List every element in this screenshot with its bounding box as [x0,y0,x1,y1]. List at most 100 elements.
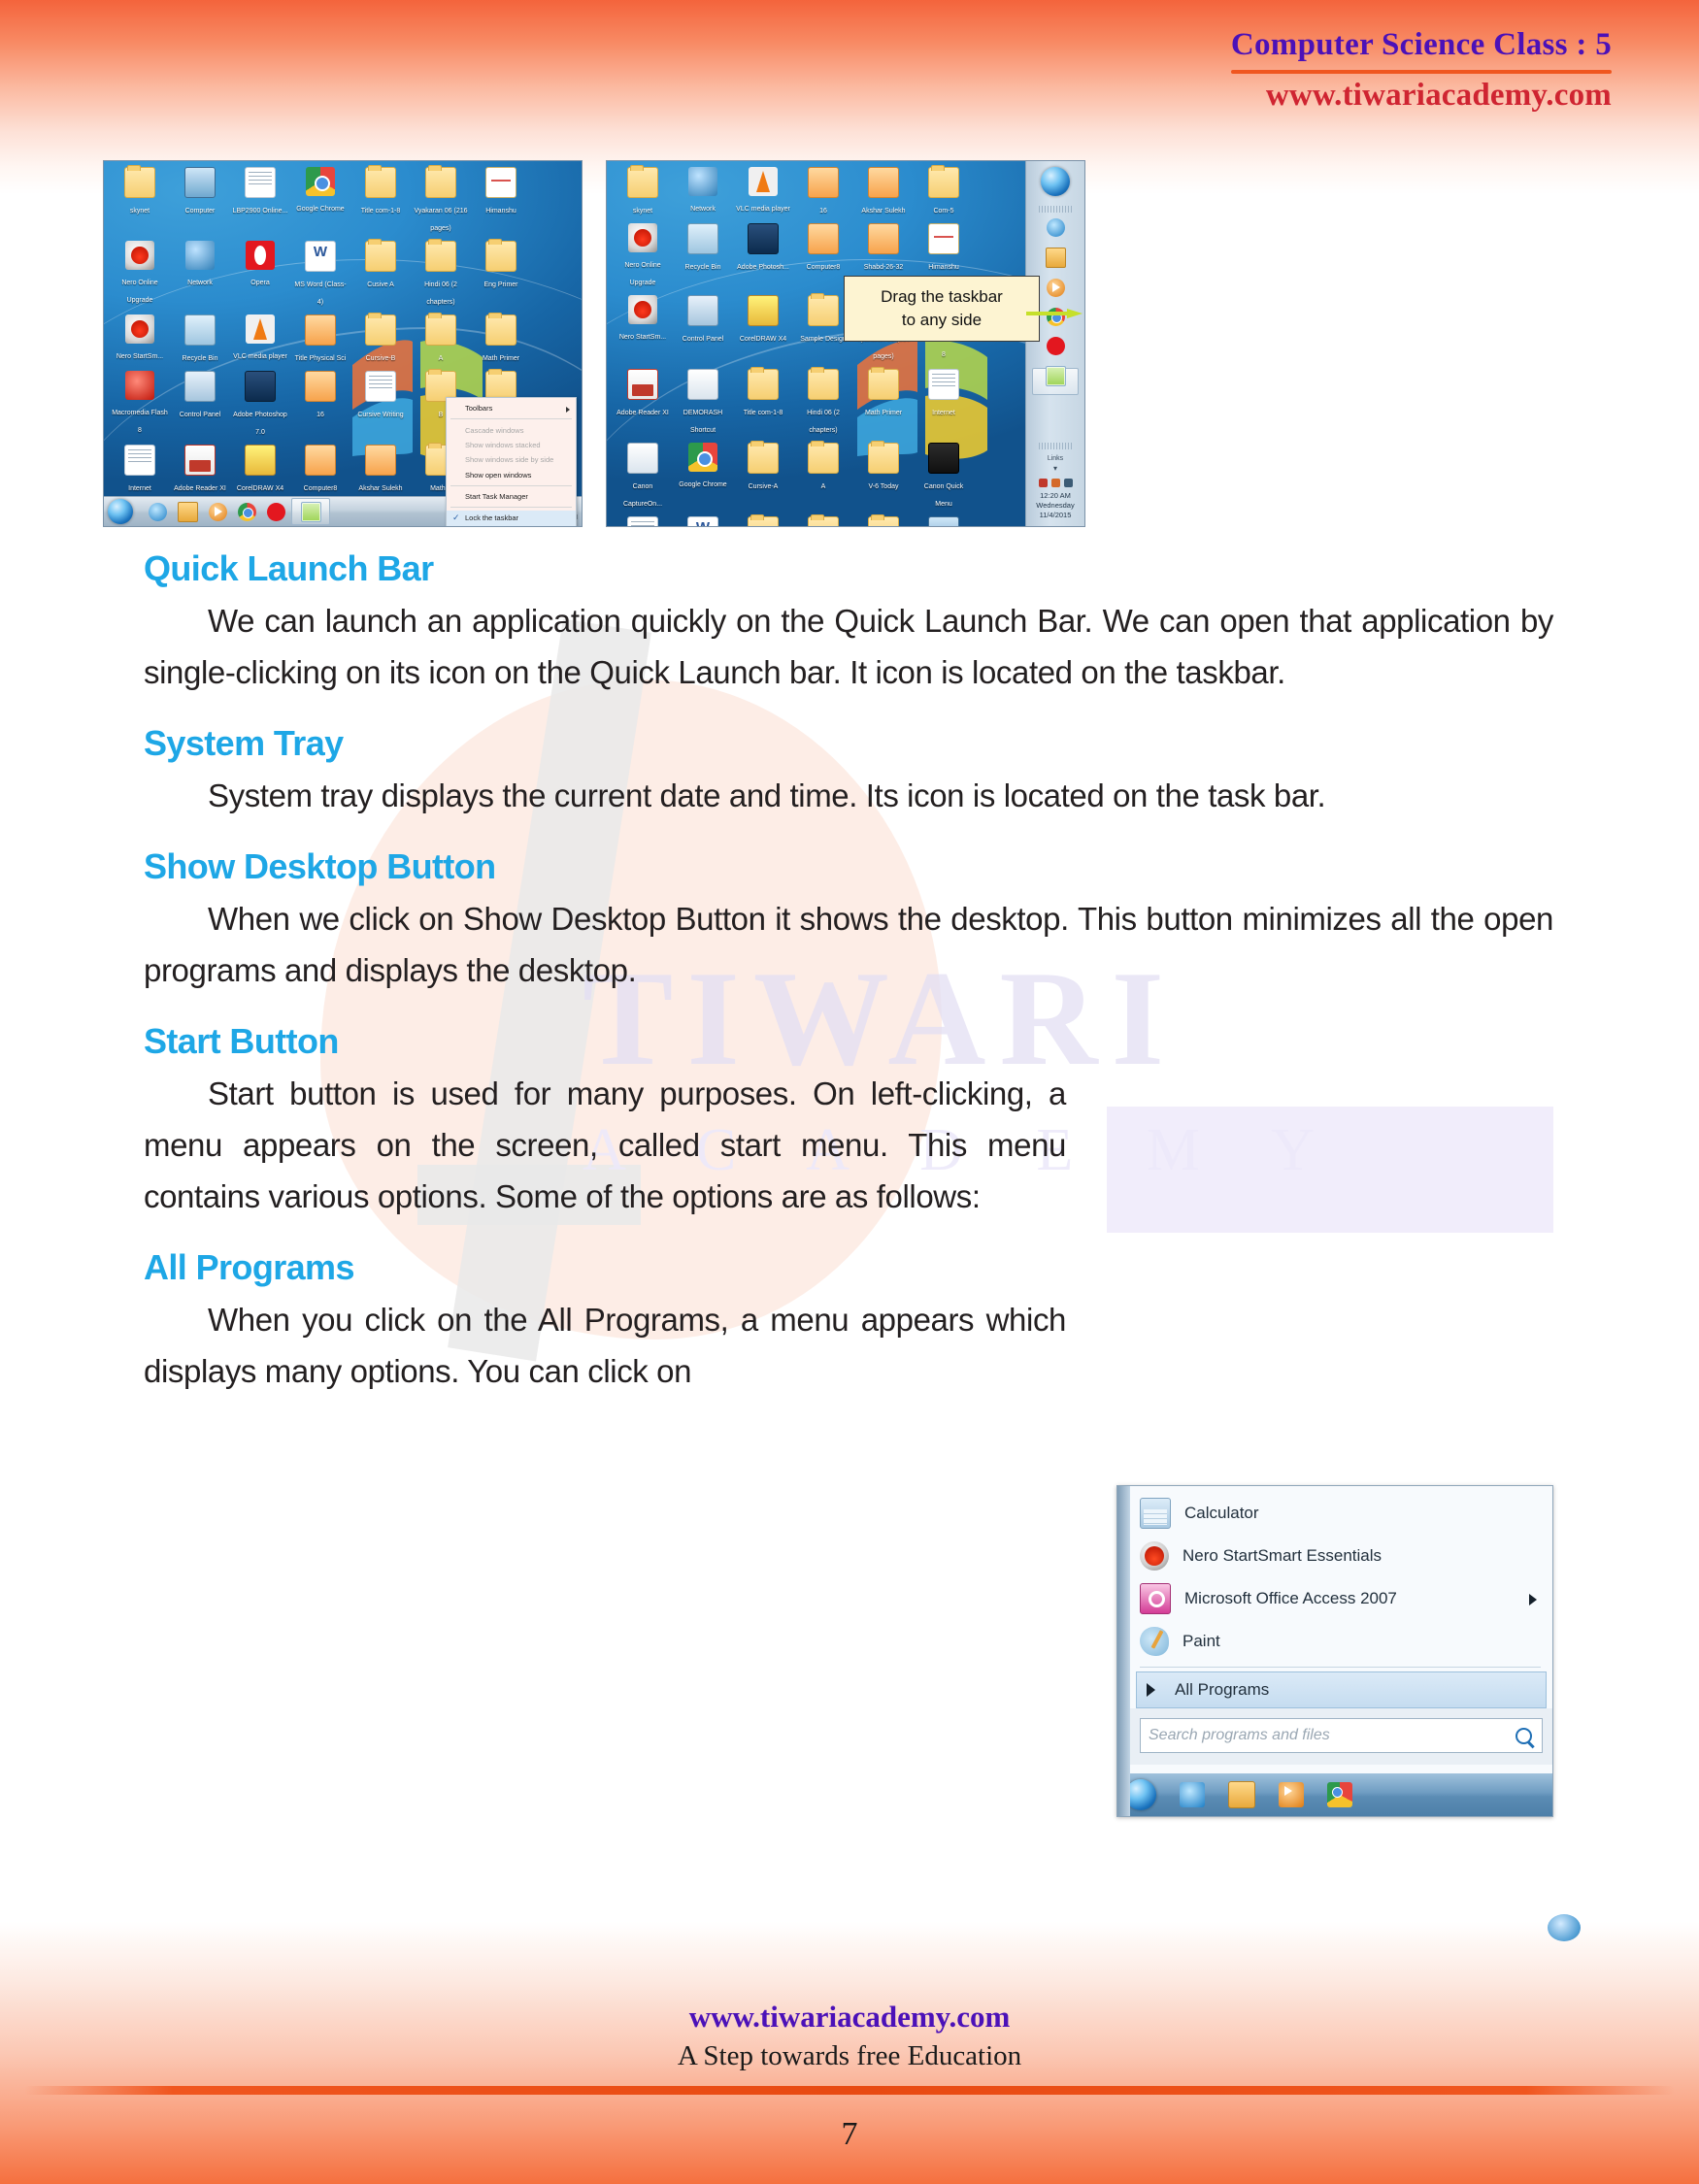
opera-icon[interactable] [267,502,285,521]
taskbar-links-label[interactable]: Links [1048,455,1063,462]
desktop-icon[interactable]: Network [675,167,731,217]
desktop-icon[interactable]: 16 [292,371,349,439]
desktop-icon[interactable]: Hindi 06 (2 chapters) [795,367,851,437]
menu-item-show-windows-stacked[interactable]: Show windows stacked [447,438,576,452]
footer-website-url[interactable]: www.tiwariacademy.com [0,2000,1699,2035]
desktop-icon[interactable]: Canon Quick Menu [916,443,972,511]
media-player-icon[interactable] [1046,279,1065,297]
desktop-icon[interactable]: Canon CaptureOn... [615,443,671,511]
tray-icon[interactable] [1038,479,1048,487]
taskbar-context-menu[interactable]: Toolbars Cascade windows Show windows st… [446,397,577,526]
internet-explorer-icon[interactable] [149,502,167,521]
desktop-icon[interactable]: Eng Primer [473,239,529,309]
desktop-icon[interactable]: Macromedia Flash 8 [112,371,168,439]
desktop-icon[interactable]: Google Chrome [675,443,731,511]
search-input[interactable]: Search programs and files [1140,1718,1543,1753]
desktop-icon[interactable]: Nero StartSm... [112,314,168,365]
desktop-icon[interactable]: Title com-1-8 [352,165,409,235]
start-menu-item-nero-startsmart-essentials[interactable]: Nero StartSmart Essentials [1130,1535,1552,1577]
desktop-icon[interactable]: Nero Online Upgrade [112,241,168,309]
start-menu-all-programs-button[interactable]: All Programs [1136,1671,1547,1708]
start-menu-taskbar[interactable] [1117,1773,1552,1816]
desktop-icon[interactable]: B [795,514,851,526]
desktop-icon[interactable]: 88 [855,514,912,526]
windows-explorer-icon[interactable] [1228,1781,1255,1808]
desktop-icon[interactable]: Cursive Writing [352,371,409,439]
start-menu-item-microsoft-office-access-2007[interactable]: Microsoft Office Access 2007 [1130,1577,1552,1620]
desktop-icon[interactable]: Adobe Reader XI [172,445,228,495]
windows-explorer-icon[interactable] [178,501,198,522]
desktop-icon[interactable]: LBP2900 Online... [232,167,288,235]
desktop-icon[interactable]: Cusive A [352,239,409,309]
taskbar-active-window-button[interactable] [1032,366,1079,395]
desktop-icon[interactable]: Adobe Photoshop 7.0 [232,371,288,439]
media-player-icon[interactable] [1279,1782,1304,1807]
desktop-icon[interactable]: Akshar Sulekh [352,445,409,495]
desktop-icon[interactable]: Control Panel [675,295,731,363]
windows-explorer-icon[interactable] [1045,248,1066,268]
desktop-icon[interactable]: Cursive-A [735,441,791,511]
desktop-icon[interactable]: VLC media player [232,314,288,365]
desktop-icon[interactable]: Internet [112,445,168,495]
desktop-icon[interactable]: LBP2900 Online... [615,516,671,526]
desktop-icon[interactable]: Adobe Photosh... [735,223,791,289]
menu-item-toolbars[interactable]: Toolbars [447,401,576,415]
desktop-icon[interactable]: Recycle Bin [172,314,228,365]
desktop-icon[interactable]: Opera [232,241,288,309]
desktop-icon[interactable]: Akshar Sulekh [855,167,912,217]
desktop-icon[interactable]: Computer8 [292,445,349,495]
desktop-icon[interactable]: Vyakaran 06 (216 pages) [413,165,469,235]
desktop-icon[interactable]: A [795,441,851,511]
desktop-icon[interactable]: Title Physical Sci [292,314,349,365]
desktop-icon[interactable]: CorelDRAW X4 [735,295,791,363]
menu-item-start-task-manager[interactable]: Start Task Manager [447,489,576,504]
desktop-icon[interactable]: Cursive-B [735,514,791,526]
taskbar-grip-icon[interactable] [1039,206,1072,213]
desktop-icon[interactable]: Computer [172,167,228,235]
taskbar-vertical[interactable]: Links ▾ 12:20 AM Wednesday 11/4/2015 [1025,161,1084,526]
menu-item-show-windows-side-by-side[interactable]: Show windows side by side [447,452,576,467]
desktop-icon[interactable]: Com-5 [916,165,972,217]
menu-item-cascade-windows[interactable]: Cascade windows [447,422,576,437]
desktop-icon[interactable]: Google Chrome [292,167,349,235]
desktop-icon[interactable]: DEMORASH Shortcut [675,369,731,437]
desktop-icon[interactable]: Nero StartSm... [615,295,671,363]
volume-icon[interactable] [1063,479,1073,487]
internet-explorer-icon[interactable] [1180,1782,1205,1807]
desktop-icon[interactable]: 16 [795,167,851,217]
desktop-icon[interactable]: Internet [916,369,972,437]
desktop-icon[interactable]: Recycle Bin [675,223,731,289]
desktop-icon[interactable]: skynet [615,165,671,217]
chevron-down-icon[interactable]: ▾ [1053,464,1057,473]
desktop-icon[interactable]: Title com-1-8 [735,367,791,437]
desktop-icon[interactable]: Control Panel [172,371,228,439]
menu-item-lock-the-taskbar[interactable]: Lock the taskbar [447,511,576,526]
start-orb-icon[interactable] [108,499,133,524]
start-menu-item-calculator[interactable]: Calculator [1130,1492,1552,1535]
internet-explorer-icon[interactable] [1046,218,1065,237]
desktop-icon[interactable]: A [413,313,469,365]
desktop-icon[interactable]: Cursive-B [352,313,409,365]
desktop-icon[interactable]: skynet [112,165,168,235]
desktop-icon[interactable]: V-6 Today [855,441,912,511]
start-orb-icon[interactable] [1041,167,1070,196]
desktop-icon[interactable]: CorelDRAW X4 [232,445,288,495]
desktop-icon[interactable]: VLC media player [735,167,791,217]
chrome-icon[interactable] [238,502,256,521]
desktop-icon[interactable]: Hindi 06 (2 chapters) [413,239,469,309]
desktop-icon[interactable]: MS Word (Class-4) [292,241,349,309]
desktop-icon[interactable]: Math Primer [855,367,912,437]
tray-icon[interactable] [1050,479,1060,487]
chrome-icon[interactable] [1327,1782,1352,1807]
desktop-icon[interactable]: Himanshu [473,167,529,235]
taskbar-clock[interactable]: 12:20 AM Wednesday 11/4/2015 [1036,491,1074,526]
start-menu-item-paint[interactable]: Paint [1130,1620,1552,1663]
desktop-icon[interactable]: Adobe Reader XI [615,369,671,437]
desktop-icon[interactable]: Network [172,241,228,309]
media-player-icon[interactable] [209,502,227,521]
opera-icon[interactable] [1046,337,1065,355]
taskbar-active-window-button[interactable] [291,498,330,525]
desktop-icon[interactable]: Math Primer [473,313,529,365]
desktop-icon[interactable]: Nero Online Upgrade [615,223,671,289]
taskbar-grip-icon[interactable] [1039,443,1072,449]
